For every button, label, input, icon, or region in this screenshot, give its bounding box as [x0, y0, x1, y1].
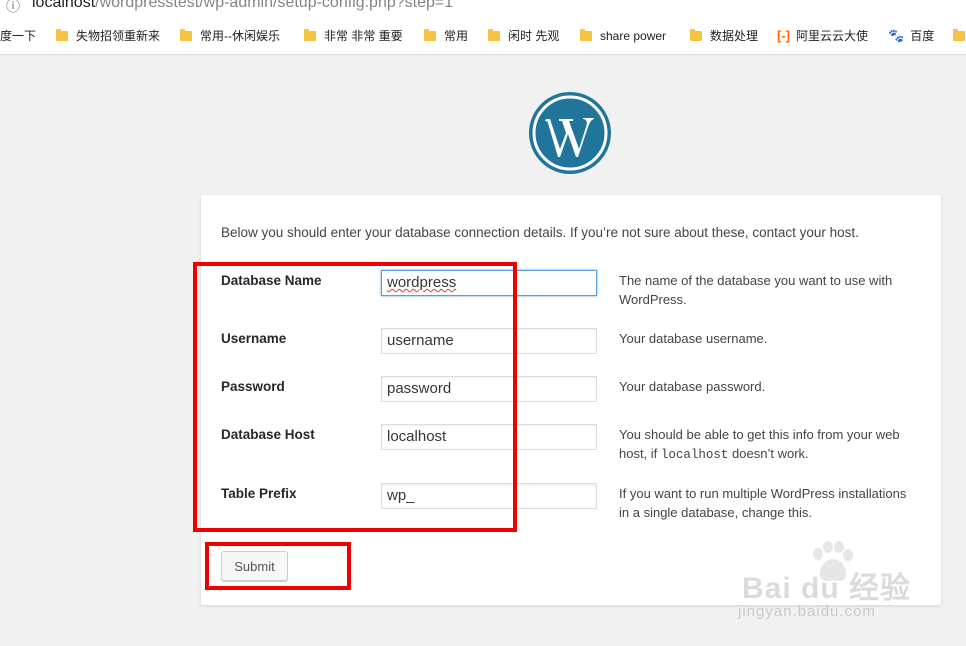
baidu-paw-icon: 🐾 — [888, 28, 905, 43]
username-input[interactable]: username — [381, 328, 597, 354]
bookmark-folder-partial[interactable] — [953, 28, 966, 44]
database-name-label: Database Name — [221, 273, 322, 288]
intro-text: Below you should enter your database con… — [221, 225, 859, 240]
url-text[interactable]: localhost/wordpresstest/wp-admin/setup-c… — [32, 0, 453, 12]
database-host-input[interactable]: localhost — [381, 424, 597, 450]
folder-icon — [304, 29, 316, 41]
folder-icon — [180, 29, 192, 41]
localhost-code: localhost — [660, 448, 729, 462]
bookmark-leisure[interactable]: 常用--休闲娱乐 — [180, 28, 280, 44]
bookmark-common[interactable]: 常用 — [424, 28, 468, 44]
folder-icon — [580, 29, 592, 41]
folder-icon — [953, 29, 965, 41]
aliyun-icon: [-] — [777, 28, 790, 43]
wordpress-logo-icon[interactable] — [528, 91, 612, 175]
table-prefix-label: Table Prefix — [221, 486, 297, 501]
folder-icon — [56, 29, 68, 41]
database-host-label: Database Host — [221, 427, 315, 442]
folder-icon — [690, 29, 702, 41]
address-bar[interactable]: ⓘ localhost/wordpresstest/wp-admin/setup… — [0, 0, 966, 18]
table-prefix-desc: If you want to run multiple WordPress in… — [619, 486, 907, 520]
bookmark-share-power[interactable]: share power — [580, 28, 666, 44]
bookmark-important[interactable]: 非常 非常 重要 — [304, 28, 403, 44]
table-prefix-input[interactable]: wp_ — [381, 483, 597, 509]
database-host-desc: You should be able to get this info from… — [619, 427, 900, 462]
baidu-watermark-url: jingyan.baidu.com — [738, 603, 876, 620]
bookmark-baidu[interactable]: 🐾 百度 — [888, 28, 934, 44]
info-icon[interactable]: ⓘ — [6, 0, 20, 16]
database-name-input[interactable]: wordpress — [381, 270, 597, 296]
username-label: Username — [221, 331, 287, 346]
database-name-desc: The name of the database you want to use… — [619, 273, 893, 307]
bookmark-aliyun[interactable]: [-] 阿里云云大使 — [777, 28, 868, 44]
bookmark-baidu-search[interactable]: 度一下 — [0, 28, 36, 44]
folder-icon — [488, 29, 500, 41]
baidu-watermark-logo: Bai du 经验 — [742, 572, 912, 605]
folder-icon — [424, 29, 436, 41]
username-desc: Your database username. — [619, 331, 768, 346]
password-label: Password — [221, 379, 285, 394]
password-desc: Your database password. — [619, 379, 766, 394]
bookmark-leisure-view[interactable]: 闲时 先观 — [488, 28, 559, 44]
submit-button[interactable]: Submit — [221, 551, 288, 581]
bookmarks-bar: 度一下 失物招领重新来 常用--休闲娱乐 非常 非常 重要 常用 闲时 先观 s… — [0, 18, 966, 55]
bookmark-data-processing[interactable]: 数据处理 — [690, 28, 758, 44]
password-input[interactable]: password — [381, 376, 597, 402]
bookmark-lost-found[interactable]: 失物招领重新来 — [56, 28, 160, 44]
